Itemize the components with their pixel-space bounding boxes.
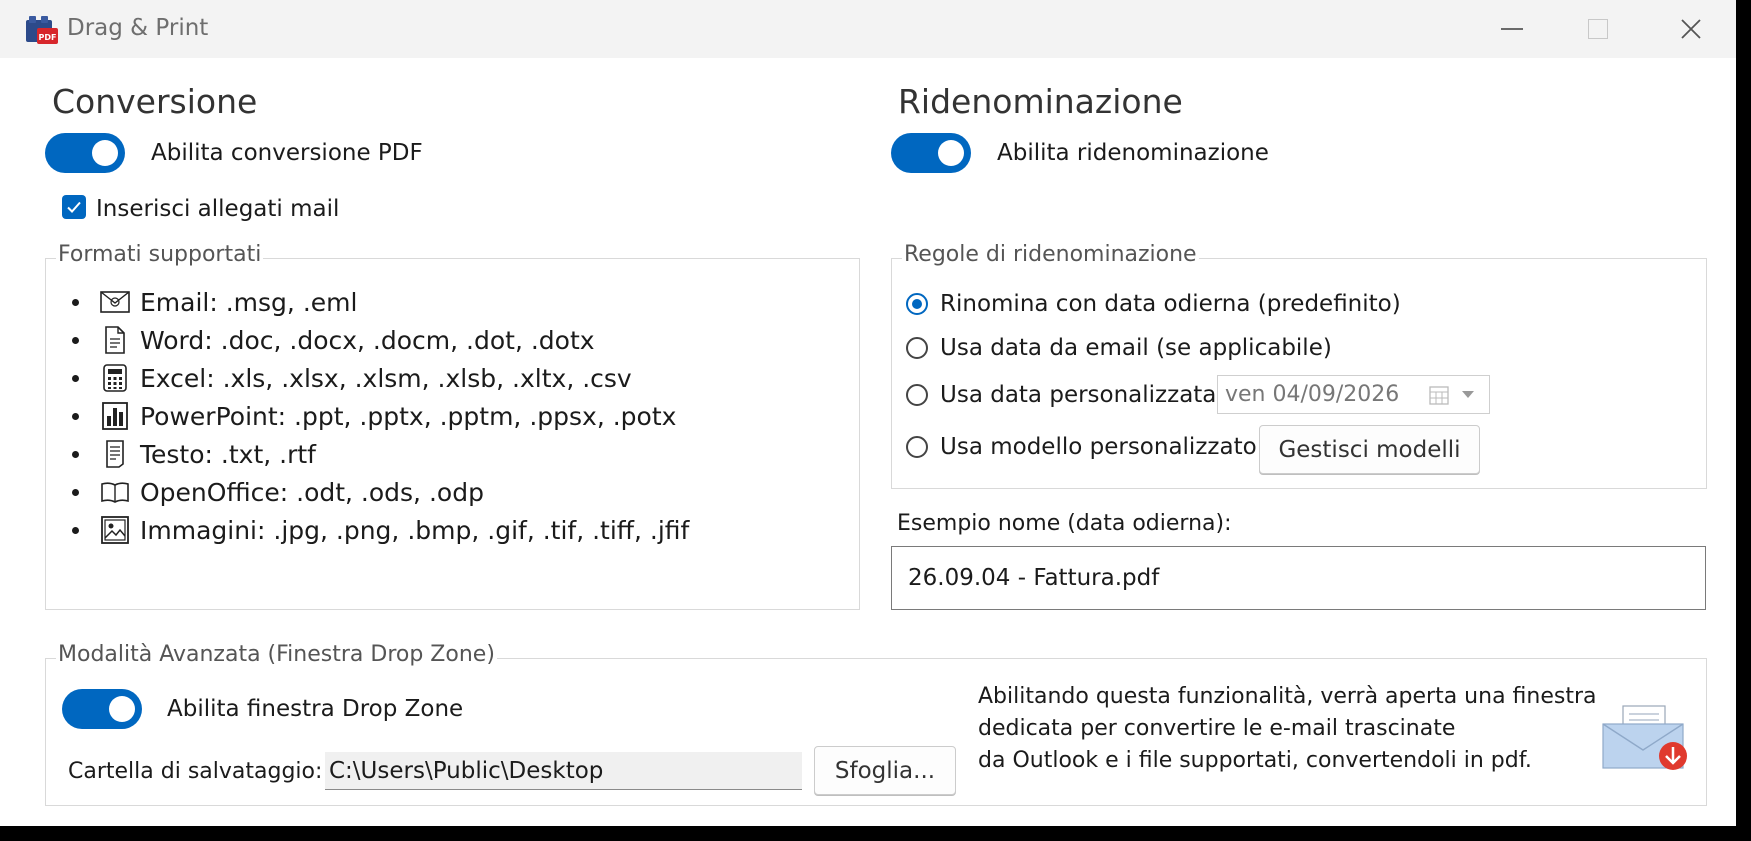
formats-list: Email: .msg, .eml Word: .doc, .docx, .do… bbox=[68, 283, 689, 549]
conversion-heading: Conversione bbox=[52, 82, 258, 121]
bullet bbox=[72, 450, 79, 458]
calendar-icon bbox=[1429, 386, 1449, 405]
radio-option-email-date[interactable]: Usa data da email (se applicabile) bbox=[906, 335, 1332, 361]
image-icon bbox=[100, 516, 130, 544]
attachments-checkbox[interactable] bbox=[62, 195, 86, 219]
list-item: Email: .msg, .eml bbox=[68, 283, 689, 321]
list-item: Testo: .txt, .rtf bbox=[68, 435, 689, 473]
rename-toggle[interactable] bbox=[891, 133, 971, 173]
app-icon-badge-text: PDF bbox=[39, 33, 57, 42]
supported-formats-group: Formati supportati Email: .msg, .eml Wor… bbox=[45, 242, 860, 610]
rename-heading: Ridenominazione bbox=[898, 82, 1183, 121]
radio-button[interactable] bbox=[906, 436, 928, 458]
radio-label: Usa modello personalizzato bbox=[940, 434, 1257, 460]
bullet bbox=[72, 298, 79, 306]
bullet bbox=[72, 526, 79, 534]
app-window: PDF Drag & Print Conversione Abilita con… bbox=[0, 0, 1736, 826]
bullet bbox=[72, 374, 79, 382]
open-book-icon bbox=[100, 478, 130, 506]
format-text: Excel: .xls, .xlsx, .xlsm, .xlsb, .xltx,… bbox=[140, 363, 632, 393]
advanced-mode-group: Modalità Avanzata (Finestra Drop Zone) A… bbox=[45, 642, 1707, 806]
list-item: Immagini: .jpg, .png, .bmp, .gif, .tif, … bbox=[68, 511, 689, 549]
list-item: OpenOffice: .odt, .ods, .odp bbox=[68, 473, 689, 511]
example-name-value: 26.09.04 - Fattura.pdf bbox=[908, 565, 1160, 591]
rename-rules-legend: Regole di ridenominazione bbox=[902, 242, 1199, 267]
checkmark-icon bbox=[67, 201, 81, 213]
list-item: Excel: .xls, .xlsx, .xlsm, .xlsb, .xltx,… bbox=[68, 359, 689, 397]
mail-download-icon bbox=[1602, 705, 1687, 770]
close-button[interactable] bbox=[1646, 0, 1736, 58]
radio-label: Rinomina con data odierna (predefinito) bbox=[940, 291, 1401, 317]
toggle-knob bbox=[938, 140, 964, 166]
format-text: PowerPoint: .ppt, .pptx, .pptm, .ppsx, .… bbox=[140, 401, 677, 431]
bullet bbox=[72, 488, 79, 496]
bar-chart-icon bbox=[100, 402, 130, 430]
radio-label: Usa data da email (se applicabile) bbox=[940, 335, 1332, 361]
format-text: Email: .msg, .eml bbox=[140, 287, 358, 317]
drop-zone-toggle-label: Abilita finestra Drop Zone bbox=[167, 696, 464, 722]
drop-zone-toggle[interactable] bbox=[62, 689, 142, 729]
drop-zone-description: Abilitando questa funzionalità, verrà ap… bbox=[978, 681, 1597, 777]
save-folder-value: C:\Users\Public\Desktop bbox=[329, 757, 604, 784]
app-logo-icon: PDF bbox=[25, 14, 59, 46]
word-document-icon bbox=[100, 326, 130, 354]
browse-button[interactable]: Sfoglia... bbox=[814, 746, 956, 795]
manage-models-button[interactable]: Gestisci modelli bbox=[1259, 425, 1480, 474]
toggle-knob bbox=[109, 696, 135, 722]
pdf-conversion-label: Abilita conversione PDF bbox=[151, 140, 423, 166]
description-line: Abilitando questa funzionalità, verrà ap… bbox=[978, 684, 1597, 709]
format-text: Word: .doc, .docx, .docm, .dot, .dotx bbox=[140, 325, 595, 355]
format-text: Testo: .txt, .rtf bbox=[140, 439, 316, 469]
bullet bbox=[72, 412, 79, 420]
rename-rules-group: Regole di ridenominazione Rinomina con d… bbox=[891, 242, 1707, 489]
attachments-label: Inserisci allegati mail bbox=[96, 196, 340, 222]
calculator-icon bbox=[100, 364, 130, 392]
radio-button[interactable] bbox=[906, 384, 928, 406]
supported-formats-legend: Formati supportati bbox=[56, 242, 264, 267]
minimize-button[interactable] bbox=[1467, 0, 1557, 58]
window-title: Drag & Print bbox=[67, 15, 209, 41]
radio-option-custom-date[interactable]: Usa data personalizzata bbox=[906, 382, 1216, 408]
maximize-icon bbox=[1588, 19, 1608, 39]
title-bar[interactable]: PDF Drag & Print bbox=[0, 0, 1736, 58]
save-folder-input[interactable]: C:\Users\Public\Desktop bbox=[325, 752, 802, 790]
advanced-mode-legend: Modalità Avanzata (Finestra Drop Zone) bbox=[56, 642, 497, 667]
date-picker-value: ven 04/09/2026 bbox=[1225, 382, 1400, 407]
example-name-field: 26.09.04 - Fattura.pdf bbox=[891, 546, 1706, 610]
chevron-down-icon bbox=[1462, 391, 1474, 398]
text-file-icon bbox=[100, 440, 130, 468]
bullet bbox=[72, 336, 79, 344]
radio-button[interactable] bbox=[906, 337, 928, 359]
close-icon bbox=[1681, 19, 1701, 39]
rename-toggle-label: Abilita ridenominazione bbox=[997, 140, 1269, 166]
radio-label: Usa data personalizzata bbox=[940, 382, 1217, 408]
toggle-knob bbox=[92, 140, 118, 166]
format-text: OpenOffice: .odt, .ods, .odp bbox=[140, 477, 484, 507]
radio-button[interactable] bbox=[906, 293, 928, 315]
list-item: PowerPoint: .ppt, .pptx, .pptm, .ppsx, .… bbox=[68, 397, 689, 435]
maximize-button[interactable] bbox=[1553, 0, 1643, 58]
list-item: Word: .doc, .docx, .docm, .dot, .dotx bbox=[68, 321, 689, 359]
radio-option-today[interactable]: Rinomina con data odierna (predefinito) bbox=[906, 291, 1401, 317]
description-line: dedicata per convertire le e-mail trasci… bbox=[978, 716, 1456, 741]
format-text: Immagini: .jpg, .png, .bmp, .gif, .tif, … bbox=[140, 515, 690, 545]
email-icon bbox=[100, 288, 130, 316]
radio-option-custom-model[interactable]: Usa modello personalizzato bbox=[906, 434, 1257, 460]
save-folder-label: Cartella di salvataggio: bbox=[68, 759, 323, 784]
pdf-conversion-toggle[interactable] bbox=[45, 133, 125, 173]
description-line: da Outlook e i file supportati, converte… bbox=[978, 748, 1532, 773]
example-name-label: Esempio nome (data odierna): bbox=[897, 511, 1232, 536]
custom-date-picker[interactable]: ven 04/09/2026 bbox=[1217, 375, 1490, 414]
minimize-icon bbox=[1501, 28, 1523, 30]
